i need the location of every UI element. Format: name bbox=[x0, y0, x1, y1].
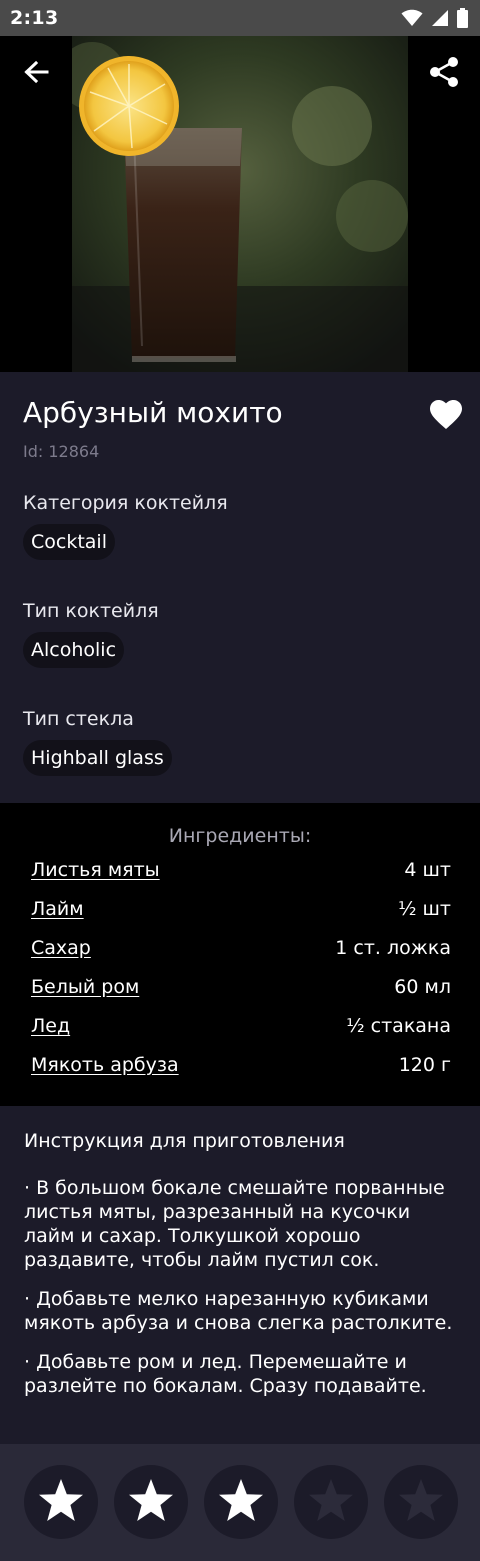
ingredient-name[interactable]: Сахар bbox=[31, 937, 91, 959]
drink-type-label: Тип коктейля bbox=[23, 600, 159, 622]
ingredients-header: Ингредиенты: bbox=[168, 825, 312, 847]
ingredient-name[interactable]: Белый ром bbox=[31, 976, 139, 998]
ingredient-row[interactable]: Листья мяты 4 шт bbox=[31, 855, 451, 885]
cellular-signal-icon bbox=[432, 10, 448, 26]
ingredient-name[interactable]: Лед bbox=[31, 1015, 70, 1037]
ingredient-amount: 1 ст. ложка bbox=[335, 937, 451, 959]
ingredient-name[interactable]: Мякоть арбуза bbox=[31, 1054, 179, 1076]
ingredients-section: Ингредиенты: Листья мяты 4 шт Лайм ½ шт … bbox=[0, 803, 480, 1106]
category-label: Категория коктейля bbox=[23, 492, 228, 514]
rating-star-3-button[interactable] bbox=[204, 1465, 278, 1539]
instructions-title: Инструкция для приготовления bbox=[24, 1130, 345, 1152]
ingredient-row[interactable]: Лед ½ стакана bbox=[31, 1011, 451, 1041]
instruction-step: · В большом бокале смешайте порванные ли… bbox=[24, 1177, 445, 1271]
drink-photo bbox=[72, 36, 408, 372]
ingredient-amount: 4 шт bbox=[404, 859, 451, 881]
drink-id: Id: 12864 bbox=[23, 442, 100, 461]
star-icon bbox=[39, 1479, 83, 1521]
rating-star-2-button[interactable] bbox=[114, 1465, 188, 1539]
favorite-button[interactable] bbox=[426, 394, 466, 434]
drink-title: Арбузный мохито bbox=[23, 396, 283, 429]
ingredient-row[interactable]: Лайм ½ шт bbox=[31, 894, 451, 924]
share-button[interactable] bbox=[420, 48, 468, 96]
rating-bar bbox=[0, 1444, 480, 1561]
instructions-section: Инструкция для приготовления · В большом… bbox=[0, 1106, 480, 1444]
status-time: 2:13 bbox=[10, 7, 59, 29]
rating-star-4-button[interactable] bbox=[294, 1465, 368, 1539]
instruction-step: · Добавьте мелко нарезанную кубиками мяк… bbox=[24, 1288, 453, 1334]
glass-type-chip: Highball glass bbox=[23, 740, 172, 776]
arrow-left-icon bbox=[24, 60, 49, 84]
glass-type-label: Тип стекла bbox=[23, 708, 134, 730]
category-chip: Cocktail bbox=[23, 524, 115, 560]
heart-icon bbox=[430, 399, 462, 429]
drink-info-section: Арбузный мохито Id: 12864 Категория кокт… bbox=[0, 372, 480, 803]
share-icon bbox=[430, 57, 458, 87]
ingredient-amount: 120 г bbox=[398, 1054, 451, 1076]
drink-type-chip: Alcoholic bbox=[23, 632, 125, 668]
instructions-steps: · В большом бокале смешайте порванные ли… bbox=[24, 1176, 460, 1413]
status-icons bbox=[401, 8, 468, 28]
star-icon bbox=[399, 1479, 443, 1521]
rating-star-5-button[interactable] bbox=[384, 1465, 458, 1539]
ingredient-row[interactable]: Белый ром 60 мл bbox=[31, 972, 451, 1002]
ingredient-row[interactable]: Мякоть арбуза 120 г bbox=[31, 1050, 451, 1080]
star-icon bbox=[219, 1479, 263, 1521]
instruction-step: · Добавьте ром и лед. Перемешайте и разл… bbox=[24, 1351, 427, 1397]
ingredient-amount: ½ стакана bbox=[346, 1015, 451, 1037]
ingredient-amount: 60 мл bbox=[394, 976, 451, 998]
ingredient-row[interactable]: Сахар 1 ст. ложка bbox=[31, 933, 451, 963]
star-icon bbox=[129, 1479, 173, 1521]
battery-icon bbox=[457, 8, 468, 28]
drink-image-header bbox=[0, 36, 480, 372]
ingredient-name[interactable]: Листья мяты bbox=[31, 859, 160, 881]
back-button[interactable] bbox=[12, 48, 60, 96]
status-bar: 2:13 bbox=[0, 0, 480, 36]
rating-star-1-button[interactable] bbox=[24, 1465, 98, 1539]
wifi-icon bbox=[401, 9, 423, 26]
star-icon bbox=[309, 1479, 353, 1521]
ingredient-name[interactable]: Лайм bbox=[31, 898, 84, 920]
ingredient-amount: ½ шт bbox=[398, 898, 451, 920]
